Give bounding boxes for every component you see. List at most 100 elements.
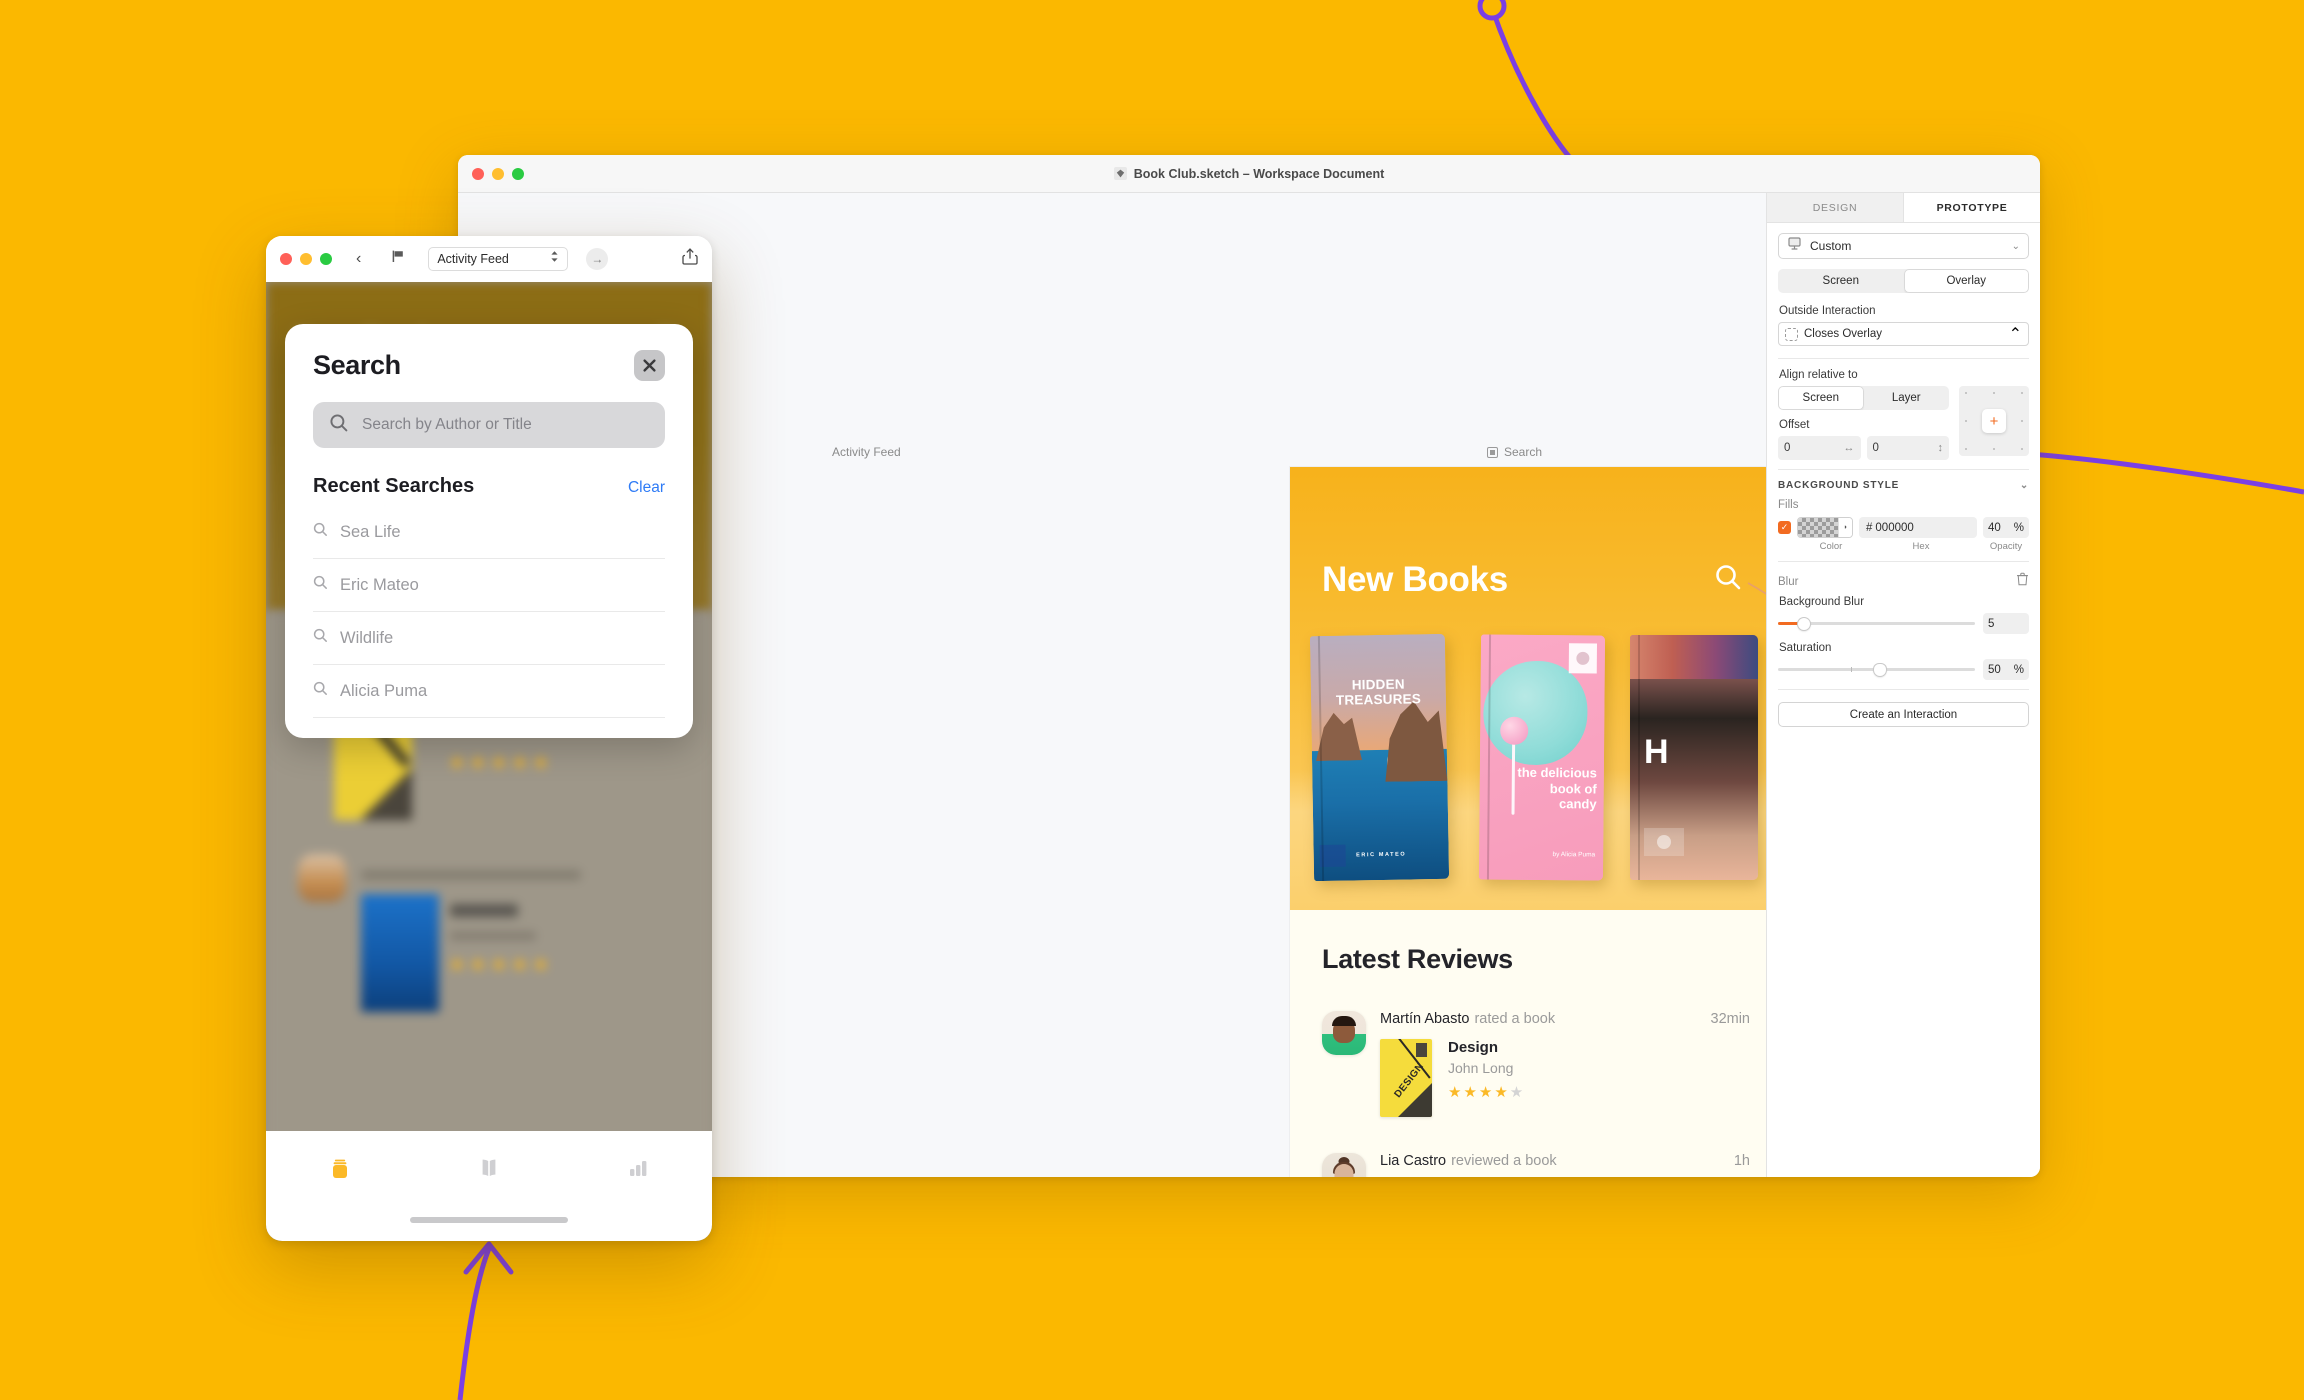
review-item[interactable]: Martín Abasto rated a book 32min DESIGN [1322, 1011, 1750, 1117]
fill-enabled-checkbox[interactable]: ✓ [1778, 521, 1791, 534]
background-style-header[interactable]: BACKGROUND STYLE ⌄ [1778, 480, 2029, 491]
search-icon [313, 522, 328, 542]
up-down-chevron-icon[interactable] [550, 250, 559, 268]
horizontal-arrows-icon: ↔ [1843, 442, 1855, 454]
offset-x-input[interactable]: 0 ↔ [1778, 436, 1861, 460]
window-titlebar: Book Club.sketch – Workspace Document [458, 155, 2040, 193]
list-item[interactable]: Wildlife [313, 612, 665, 665]
up-down-chevron-icon[interactable]: ⌃ [2009, 324, 2022, 344]
search-input[interactable]: Search by Author or Title [313, 402, 665, 448]
segment-screen[interactable]: Screen [1778, 269, 1904, 293]
outside-interaction-select[interactable]: Closes Overlay ⌃ [1778, 322, 2029, 346]
create-interaction-button[interactable]: Create an Interaction [1778, 702, 2029, 727]
caption-color: Color [1819, 541, 1843, 552]
book-author: by Alicia Puma [1552, 851, 1596, 859]
hex-prefix: # [1866, 521, 1873, 534]
color-picker-icon[interactable]: ◗ [1838, 518, 1852, 537]
close-window-button[interactable] [280, 253, 292, 265]
maximize-window-button[interactable] [320, 253, 332, 265]
search-overlay: Search Search by Author or Title Recent … [285, 324, 693, 738]
minimize-window-button[interactable] [300, 253, 312, 265]
tab-bar-item-library[interactable] [266, 1153, 415, 1188]
rating-stars: ★★★★★ [1448, 1084, 1526, 1101]
align-position-grid[interactable]: + [1959, 386, 2029, 456]
tab-bar [266, 1131, 712, 1241]
inspector-tabs[interactable]: DESIGN PROTOTYPE [1767, 193, 2040, 223]
align-relative-label: Align relative to [1779, 369, 1858, 381]
tab-design[interactable]: DESIGN [1767, 193, 1904, 222]
plus-icon[interactable]: + [1982, 409, 2006, 433]
artboard-label-activity-feed[interactable]: Activity Feed [832, 445, 901, 459]
background-blur-slider[interactable] [1778, 617, 1975, 630]
artboard-selector[interactable]: Activity Feed [428, 247, 569, 271]
bar-chart-icon [623, 1153, 653, 1188]
list-item[interactable]: Eric Mateo [313, 559, 665, 612]
vertical-arrows-icon: ↕ [1937, 442, 1944, 454]
opacity-input[interactable]: 40 % [1983, 517, 2029, 538]
saturation-value[interactable]: 50 % [1983, 659, 2029, 680]
presentation-mode-segment[interactable]: Screen Overlay [1778, 269, 2029, 293]
outside-interaction-value: Closes Overlay [1804, 328, 1882, 340]
outside-interaction-label: Outside Interaction [1779, 305, 1876, 317]
segment-align-layer[interactable]: Layer [1864, 386, 1950, 410]
home-indicator[interactable] [410, 1217, 568, 1223]
inspector-panel: DESIGN PROTOTYPE Custom ⌄ Screen Overlay… [1766, 193, 2040, 1177]
hex-input[interactable]: # 000000 [1859, 517, 1977, 538]
book-cover-third[interactable]: H [1630, 635, 1758, 880]
book-thumbnail[interactable]: DESIGN [1380, 1039, 1432, 1117]
clear-button[interactable]: Clear [628, 479, 665, 497]
search-icon [313, 575, 328, 595]
book-cover-hidden-treasures[interactable]: HIDDEN TREASURES ERIC MATEO [1309, 633, 1450, 882]
book-carousel[interactable]: HIDDEN TREASURES ERIC MATEO the deliciou… [1290, 620, 1766, 882]
arrow-right-circle-icon[interactable]: → [586, 248, 609, 270]
divider [1778, 689, 2029, 690]
saturation-slider-row: 50 % [1778, 659, 2029, 680]
recent-searches-header: Recent Searches Clear [313, 475, 665, 498]
artboard-label-search[interactable]: Search [1487, 445, 1542, 459]
segment-align-screen[interactable]: Screen [1778, 386, 1864, 410]
offset-y-value: 0 [1872, 442, 1879, 454]
preview-screen[interactable]: New Books ★★★★★ ★★★★★ Search [266, 282, 712, 1241]
tab-prototype[interactable]: PROTOTYPE [1904, 193, 2040, 222]
background-blur-value[interactable]: 5 [1983, 613, 2029, 634]
book-author: John Long [1448, 1060, 1514, 1076]
divider [1778, 469, 2029, 470]
tab-bar-item-books[interactable] [415, 1153, 564, 1188]
window-title-text: Book Club.sketch – Workspace Document [1133, 166, 1385, 181]
review-timestamp: 1h [1733, 1153, 1750, 1169]
dashed-square-icon [1785, 327, 1798, 341]
segment-overlay[interactable]: Overlay [1903, 269, 2029, 293]
back-button[interactable]: ‹ [356, 250, 361, 268]
color-swatch[interactable]: ◗ [1797, 517, 1853, 538]
background-blur-slider-row: 5 [1778, 613, 2029, 634]
artboard-activity-feed[interactable]: New Books HIDDEN TREASURES ERIC MATEO th… [1290, 467, 1766, 1177]
search-icon[interactable] [1714, 563, 1744, 598]
share-icon[interactable] [682, 248, 698, 270]
divider [1778, 561, 2029, 562]
list-item[interactable]: Sea Life [313, 506, 665, 559]
device-select-value: Custom [1810, 239, 1852, 253]
trash-icon[interactable] [2016, 572, 2029, 591]
hero-section: New Books HIDDEN TREASURES ERIC MATEO th… [1290, 467, 1766, 910]
background-style-title: BACKGROUND STYLE [1778, 480, 1900, 491]
review-user-name: Martín Abasto [1380, 1011, 1470, 1027]
review-action: reviewed a book [1451, 1153, 1557, 1169]
saturation-slider[interactable] [1778, 663, 1975, 676]
preview-window: ‹ Activity Feed → ★★★★★ ★★★★★ Search Sea… [266, 236, 712, 1241]
align-relative-segment[interactable]: Screen Layer [1778, 386, 1949, 410]
list-item[interactable]: Alicia Puma [313, 665, 665, 718]
opacity-unit: % [2013, 521, 2024, 534]
preview-window-controls[interactable] [280, 253, 332, 265]
align-controls: Screen Layer Offset 0 ↔ 0 ↕ + [1778, 386, 2029, 460]
device-select[interactable]: Custom ⌄ [1778, 233, 2029, 259]
offset-y-input[interactable]: 0 ↕ [1866, 436, 1949, 460]
tab-bar-item-stats[interactable] [563, 1153, 712, 1188]
review-timestamp: 32min [1710, 1011, 1751, 1027]
chevron-down-icon[interactable]: ⌄ [2020, 480, 2029, 491]
book-title: HIDDEN TREASURES [1335, 676, 1422, 708]
flag-icon[interactable] [391, 249, 406, 269]
chevron-down-icon: ⌄ [2011, 240, 2020, 252]
close-icon[interactable] [634, 350, 665, 381]
book-cover-delicious-candy[interactable]: the delicious book of candy by Alicia Pu… [1478, 634, 1606, 881]
review-item[interactable]: Lia Castro reviewed a book 1h BY ERIC MA… [1322, 1153, 1750, 1177]
